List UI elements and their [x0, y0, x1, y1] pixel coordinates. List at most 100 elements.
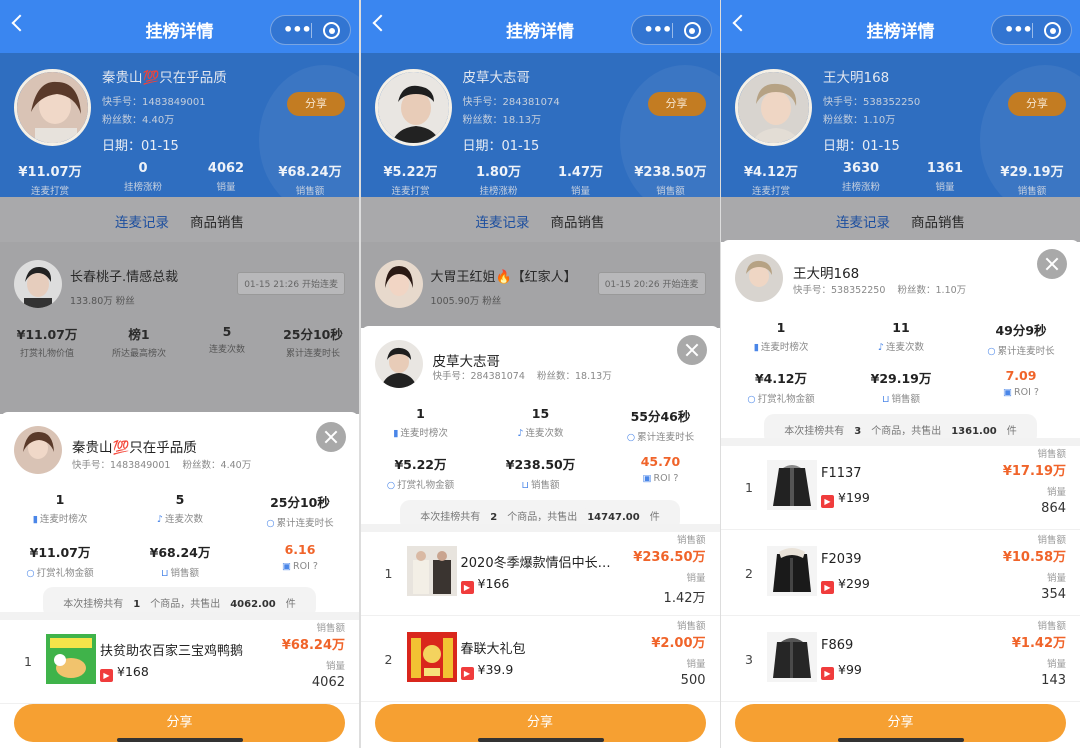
- stat-sales-count: 4062 销量: [207, 161, 245, 193]
- count-label: 销量: [686, 573, 706, 584]
- kuaishou-icon: ▶: [100, 669, 113, 682]
- product-image: [767, 460, 817, 510]
- product-row[interactable]: 2 春联大礼包 ▶ ¥39.9 销售额 ¥2.00万 销量 500: [360, 616, 720, 702]
- sheet-stat: 55分46秒 ○ 累计连麦时长: [626, 409, 695, 443]
- product-index: 3: [745, 652, 753, 667]
- bg-stat: ¥11.07万 打赏礼物价值: [16, 327, 78, 359]
- avatar: [735, 69, 812, 146]
- sheet-stat: 11 ♪ 连麦次数: [877, 320, 925, 353]
- sheet-sub: 快手号：538352250 粉丝数：1.10万: [793, 285, 967, 296]
- partner-fans: 133.80万 粉丝: [70, 296, 135, 307]
- clock-icon: ○: [626, 432, 636, 443]
- mini-program-capsule[interactable]: •••: [630, 15, 712, 45]
- stat-sales-amount: ¥238.50万 销售额: [634, 165, 707, 197]
- streamer-name: 王大明168: [823, 70, 890, 86]
- sheet-sub: 快手号：284381074 粉丝数：18.13万: [432, 371, 612, 382]
- avatar: [374, 69, 452, 146]
- stat-sales-amount: ¥29.19万 销售额: [1000, 165, 1064, 197]
- stat-reward: ¥5.22万 连麦打赏: [383, 165, 438, 197]
- date-label: 日期：01-15: [462, 139, 540, 154]
- mic-icon: ♪: [156, 514, 164, 525]
- tab-bar: 连麦记录 商品销售: [0, 197, 359, 242]
- streamer-fans: 粉丝数：18.13万: [462, 115, 542, 126]
- more-dots-icon[interactable]: •••: [1004, 22, 1033, 38]
- tab-lianmai[interactable]: 连麦记录: [476, 211, 530, 231]
- kuaishou-icon: ▶: [460, 667, 474, 680]
- sheet-stat: ¥5.22万 ○ 打赏礼物金额: [386, 457, 455, 491]
- close-icon[interactable]: [1037, 249, 1067, 279]
- sheet-stat: ¥11.07万 ○ 打赏礼物金额: [26, 545, 94, 579]
- streamer-fans: 粉丝数：1.10万: [823, 115, 896, 126]
- stat-reward: ¥4.12万 连麦打赏: [743, 165, 799, 197]
- count-label: 销量: [686, 659, 706, 670]
- bg-stat: 25分10秒 累计连麦时长: [283, 327, 343, 359]
- sheet-stat: 1 ▮ 连麦时榜次: [393, 406, 448, 439]
- nav-bar: 挂榜详情 •••: [360, 0, 720, 53]
- clock-icon: ○: [987, 346, 996, 357]
- product-row[interactable]: 1 F1137 ▶ ¥199 销售额 ¥17.19万 销量 864: [721, 444, 1080, 530]
- partner-name: 大胃王红姐🔥【红家人】: [430, 270, 577, 285]
- sheet-avatar: [374, 340, 423, 388]
- panel-3: 挂榜详情 ••• 王大明168 快手号：538352250 粉丝数：1.10万 …: [721, 0, 1080, 748]
- clock-icon: ○: [266, 518, 275, 529]
- close-target-icon[interactable]: [323, 22, 340, 39]
- tab-lianmai[interactable]: 连麦记录: [115, 211, 169, 231]
- partner-fans: 1005.90万 粉丝: [430, 296, 502, 307]
- stat-fans-gain: 0 挂榜涨粉: [123, 161, 162, 193]
- capsule-divider: [671, 23, 673, 38]
- product-index: 1: [24, 654, 32, 669]
- streamer-id: 快手号：1483849001: [102, 97, 206, 108]
- share-button[interactable]: 分享: [735, 704, 1066, 742]
- home-indicator: [477, 738, 604, 742]
- close-icon[interactable]: [676, 335, 707, 365]
- share-button[interactable]: 分享: [14, 704, 345, 742]
- amount-label: 销售额: [1037, 535, 1066, 546]
- avatar: [14, 69, 91, 146]
- more-dots-icon[interactable]: •••: [283, 22, 312, 38]
- product-amount: ¥10.58万: [1002, 550, 1066, 565]
- product-row[interactable]: 1 扶贫助农百家三宝鸡鸭鹅 ▶ ¥168 销售额 ¥68.24万 销量 4062: [0, 618, 359, 704]
- product-row[interactable]: 3 F869 ▶ ¥99 销售额 ¥1.42万 销量 143: [721, 616, 1080, 702]
- header-share-button[interactable]: 分享: [287, 92, 345, 116]
- sheet-stat: ¥68.24万 ⊔ 销售额: [149, 545, 211, 579]
- tab-sales[interactable]: 商品销售: [190, 211, 244, 231]
- panel-1: 挂榜详情 ••• 秦贵山💯只在乎品质 快手号：1483849001 粉丝数：4.…: [0, 0, 359, 748]
- product-name: 2020冬季爆款情侣中长…: [460, 556, 611, 571]
- mini-program-capsule[interactable]: •••: [991, 15, 1072, 45]
- product-row[interactable]: 1 2020冬季爆款情侣中长… ▶ ¥166 销售额 ¥236.50万 销量 1.…: [360, 530, 720, 616]
- product-image: [767, 632, 817, 682]
- amount-label: 销售额: [676, 535, 706, 546]
- date-label: 日期：01-15: [823, 139, 900, 154]
- product-amount: ¥68.24万: [281, 638, 345, 653]
- tab-lianmai[interactable]: 连麦记录: [836, 211, 890, 231]
- kuaishou-icon: ▶: [821, 667, 834, 680]
- cart-icon: ⊔: [161, 568, 169, 579]
- product-row[interactable]: 2 F2039 ▶ ¥299 销售额 ¥10.58万 销量 354: [721, 530, 1080, 616]
- header-share-button[interactable]: 分享: [647, 92, 706, 116]
- more-dots-icon[interactable]: •••: [644, 22, 673, 38]
- tab-sales[interactable]: 商品销售: [551, 211, 605, 231]
- product-name: 扶贫助农百家三宝鸡鸭鹅: [100, 644, 244, 659]
- product-name: F2039: [821, 552, 862, 567]
- tab-sales[interactable]: 商品销售: [911, 211, 965, 231]
- mini-program-capsule[interactable]: •••: [270, 15, 351, 45]
- header-share-button[interactable]: 分享: [1008, 92, 1066, 116]
- home-indicator: [838, 738, 964, 742]
- product-image: [406, 632, 457, 682]
- lianmai-record-row: 大胃王红姐🔥【红家人】 1005.90万 粉丝 01-15 20:26 开始连麦: [360, 242, 720, 328]
- bg-stat: 5 连麦次数: [208, 324, 245, 355]
- detail-sheet: 王大明168 快手号：538352250 粉丝数：1.10万 1 ▮ 连麦时榜次 1…: [721, 240, 1080, 748]
- close-target-icon[interactable]: [1044, 22, 1061, 39]
- close-target-icon[interactable]: [683, 22, 701, 39]
- home-indicator: [117, 738, 243, 742]
- close-icon[interactable]: [316, 422, 346, 452]
- share-button[interactable]: 分享: [374, 704, 706, 742]
- profile-header: 王大明168 快手号：538352250 粉丝数：1.10万 日期：01-15 …: [721, 53, 1080, 197]
- product-index: 1: [745, 480, 753, 495]
- nav-bar: 挂榜详情 •••: [721, 0, 1080, 53]
- sheet-stat: ¥4.12万 ○ 打赏礼物金额: [747, 371, 815, 405]
- kuaishou-icon: ▶: [821, 495, 834, 508]
- streamer-id: 快手号：284381074: [462, 97, 560, 108]
- product-count: 354: [1041, 587, 1066, 602]
- product-amount: ¥236.50万: [633, 550, 706, 565]
